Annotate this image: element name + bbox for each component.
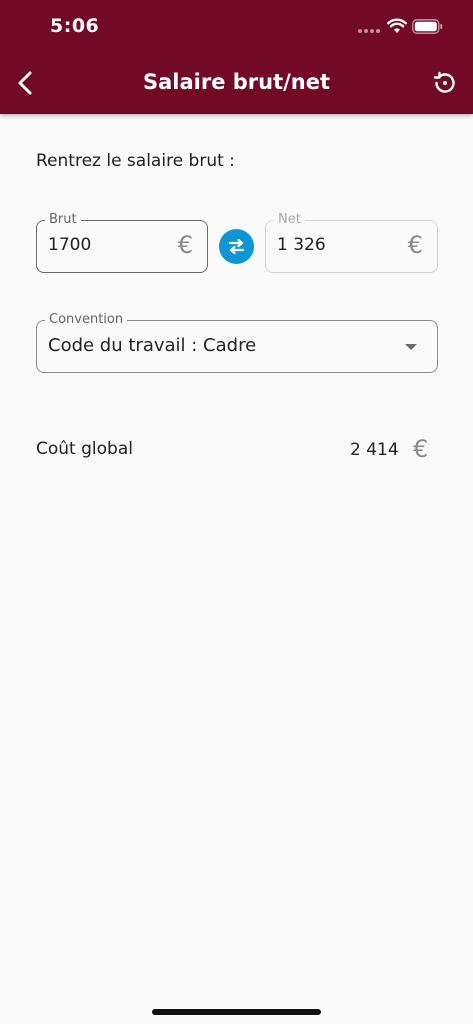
net-field[interactable]: Net 1 326 € xyxy=(265,212,438,273)
swap-button[interactable] xyxy=(219,229,254,264)
brut-value: 1700 xyxy=(48,235,92,255)
caret-down-icon xyxy=(405,344,417,350)
euro-icon: € xyxy=(413,435,429,463)
signal-icon xyxy=(358,29,380,33)
convention-select[interactable]: Convention Code du travail : Cadre xyxy=(36,312,438,373)
convention-label: Convention xyxy=(45,312,128,328)
cout-global-label: Coût global xyxy=(36,439,133,459)
status-time: 5:06 xyxy=(50,15,100,37)
battery-icon xyxy=(412,19,443,34)
net-value: 1 326 xyxy=(277,235,326,255)
euro-icon: € xyxy=(407,231,423,259)
net-label: Net xyxy=(274,212,305,228)
history-icon[interactable] xyxy=(432,70,458,96)
euro-icon: € xyxy=(177,231,193,259)
wifi-icon xyxy=(387,18,407,33)
cout-global-value: 2 414 xyxy=(350,440,399,460)
home-indicator[interactable] xyxy=(152,1009,321,1015)
app-header: 5:06 Salaire brut/net xyxy=(0,0,473,114)
brut-label: Brut xyxy=(45,212,81,228)
input-prompt: Rentrez le salaire brut : xyxy=(36,151,235,171)
swap-arrows-icon xyxy=(228,238,245,255)
brut-field[interactable]: Brut 1700 € xyxy=(36,212,208,273)
convention-value: Code du travail : Cadre xyxy=(48,335,257,356)
page-title: Salaire brut/net xyxy=(142,70,331,94)
